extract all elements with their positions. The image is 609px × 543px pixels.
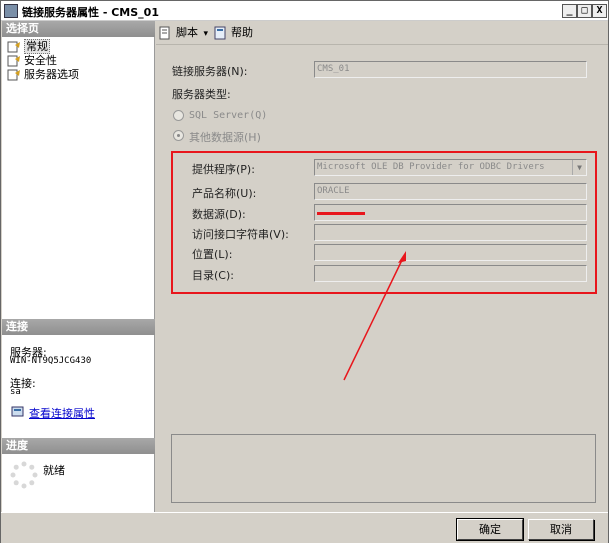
script-label: 脚本 bbox=[176, 26, 198, 39]
other-data-source-label: 其他数据源(H) bbox=[189, 131, 261, 144]
minimize-button[interactable]: _ bbox=[562, 4, 577, 18]
provider-label: 提供程序(P): bbox=[192, 163, 255, 176]
provider-dropdown[interactable]: Microsoft OLE DB Provider for ODBC Drive… bbox=[314, 159, 587, 176]
page-icon bbox=[7, 55, 20, 67]
sql-server-option-label: SQL Server(Q) bbox=[189, 110, 268, 121]
provider-value: Microsoft OLE DB Provider for ODBC Drive… bbox=[317, 162, 545, 172]
dialog-window: 链接服务器属性 - CMS_01 _ □ X 选择页 常规 安全性 服务器选项 … bbox=[0, 0, 609, 543]
sql-server-radio[interactable] bbox=[173, 110, 184, 121]
nav-item-server-options[interactable]: 服务器选项 bbox=[6, 68, 79, 82]
help-icon bbox=[214, 26, 226, 40]
details-panel bbox=[171, 434, 596, 503]
linked-server-icon bbox=[4, 4, 18, 18]
product-name-field[interactable]: ORACLE bbox=[314, 183, 587, 200]
toolbar: 脚本 ▾ 帮助 bbox=[156, 21, 608, 45]
progress-header: 进度 bbox=[2, 438, 155, 454]
view-connection-properties-link[interactable]: 查看连接属性 bbox=[29, 405, 95, 421]
nav-item-label: 常规 bbox=[24, 39, 50, 54]
chevron-down-icon[interactable]: ▾ bbox=[204, 29, 209, 39]
script-button[interactable]: 脚本 ▾ bbox=[158, 25, 208, 41]
progress-status: 就绪 bbox=[43, 464, 65, 477]
server-value: WIN-NT9Q5JCG430 bbox=[10, 356, 92, 366]
left-panel: 选择页 常规 安全性 服务器选项 连接 服务器: WIN-NT9Q5JCG430… bbox=[2, 21, 155, 512]
page-icon bbox=[7, 41, 20, 53]
help-button[interactable]: 帮助 bbox=[213, 25, 253, 41]
nav-item-label: 服务器选项 bbox=[24, 68, 79, 81]
chevron-down-icon[interactable]: ▼ bbox=[572, 160, 586, 175]
annotation-arrow bbox=[343, 251, 406, 381]
maximize-button[interactable]: □ bbox=[577, 4, 592, 18]
other-data-source-radio[interactable] bbox=[173, 130, 184, 141]
connection-properties-icon bbox=[11, 406, 24, 417]
product-name-label: 产品名称(U): bbox=[192, 187, 257, 200]
linked-server-field[interactable]: CMS_01 bbox=[314, 61, 587, 78]
location-label: 位置(L): bbox=[192, 248, 233, 261]
script-icon bbox=[159, 26, 170, 40]
data-source-field[interactable] bbox=[314, 204, 587, 221]
close-button[interactable]: X bbox=[592, 4, 607, 18]
title-bar[interactable]: 链接服务器属性 - CMS_01 _ □ X bbox=[1, 1, 608, 21]
provider-string-field[interactable] bbox=[314, 224, 587, 241]
connection-header: 连接 bbox=[2, 319, 155, 335]
nav-item-general[interactable]: 常规 bbox=[6, 39, 50, 54]
button-bar: 确定 取消 bbox=[1, 512, 608, 543]
main-content: 脚本 ▾ 帮助 链接服务器(N): CMS_01 服务器类型: SQL Serv… bbox=[156, 21, 608, 512]
select-page-header: 选择页 bbox=[2, 21, 155, 37]
ok-button[interactable]: 确定 bbox=[456, 518, 524, 541]
server-type-label: 服务器类型: bbox=[172, 88, 231, 101]
progress-spinner-icon bbox=[10, 461, 38, 489]
nav-item-label: 安全性 bbox=[24, 54, 57, 67]
provider-string-label: 访问接口字符串(V): bbox=[192, 228, 289, 241]
data-source-label: 数据源(D): bbox=[192, 208, 246, 221]
cancel-button[interactable]: 取消 bbox=[528, 519, 594, 540]
catalog-label: 目录(C): bbox=[192, 269, 234, 282]
page-icon bbox=[7, 69, 20, 81]
redaction-mark bbox=[317, 212, 365, 215]
nav-item-security[interactable]: 安全性 bbox=[6, 54, 57, 68]
window-title: 链接服务器属性 - CMS_01 bbox=[22, 6, 159, 19]
connection-value: sa bbox=[10, 387, 21, 397]
help-label: 帮助 bbox=[231, 26, 253, 39]
linked-server-label: 链接服务器(N): bbox=[172, 65, 248, 78]
